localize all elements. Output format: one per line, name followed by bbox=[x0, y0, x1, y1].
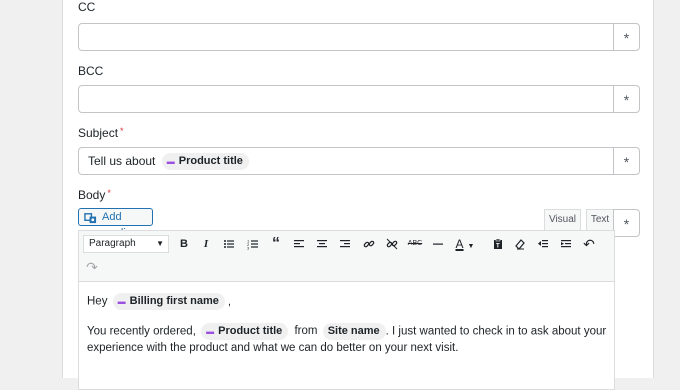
tab-visual[interactable]: Visual bbox=[544, 209, 581, 230]
asterisk-icon: * bbox=[623, 92, 630, 108]
subject-prefix: Tell us about bbox=[88, 154, 156, 168]
greeting-paragraph: Hey ▬ Billing first name, bbox=[87, 293, 607, 311]
chevron-down-icon: ▼ bbox=[156, 239, 164, 248]
greeting-text: Hey bbox=[87, 295, 108, 308]
merge-tag-label: Site name bbox=[327, 324, 380, 337]
numbered-list-icon[interactable]: 123 bbox=[243, 234, 263, 254]
asterisk-icon: * bbox=[623, 216, 630, 232]
align-left-icon[interactable] bbox=[289, 234, 309, 254]
tag-icon: ▬ bbox=[166, 157, 175, 167]
required-mark: * bbox=[107, 188, 111, 198]
clear-formatting-icon[interactable] bbox=[510, 234, 530, 254]
merge-tag-chip[interactable]: ▬ Product title bbox=[201, 322, 289, 340]
align-center-icon[interactable] bbox=[312, 234, 332, 254]
required-mark: * bbox=[120, 126, 124, 136]
link-icon[interactable] bbox=[359, 234, 379, 254]
asterisk-icon: * bbox=[623, 30, 630, 46]
bullet-list-icon[interactable] bbox=[219, 234, 239, 254]
merge-tag-label: Product title bbox=[218, 324, 283, 337]
svg-text:3: 3 bbox=[247, 246, 250, 251]
horizontal-line-icon[interactable] bbox=[428, 234, 448, 254]
editor-toolbar: Paragraph ▼ B I 123 “ ABC A ▼ T ↶ ↷ bbox=[79, 231, 614, 282]
editor-content[interactable]: Hey ▬ Billing first name, You recently or… bbox=[87, 293, 607, 369]
redo-icon[interactable]: ↷ bbox=[82, 257, 102, 277]
add-media-button[interactable]: Add media bbox=[78, 208, 153, 239]
message-mid: from bbox=[294, 325, 318, 338]
greeting-end: , bbox=[227, 295, 232, 308]
merge-tag-chip[interactable]: ▬ Product title bbox=[161, 153, 249, 171]
bold-icon[interactable]: B bbox=[174, 234, 194, 254]
unlink-icon[interactable] bbox=[382, 234, 402, 254]
format-select[interactable]: Paragraph ▼ bbox=[83, 235, 169, 253]
body-label: Body * bbox=[78, 188, 111, 202]
message-start: You recently ordered, bbox=[87, 325, 196, 338]
merge-tag-label: Product title bbox=[178, 155, 243, 168]
body-merge-tag-button[interactable]: * bbox=[613, 209, 640, 237]
subject-field[interactable]: Tell us about ▬ Product title * bbox=[78, 147, 640, 175]
undo-icon[interactable]: ↶ bbox=[579, 234, 599, 254]
italic-icon[interactable]: I bbox=[196, 234, 216, 254]
blockquote-icon[interactable]: “ bbox=[266, 234, 286, 254]
asterisk-icon: * bbox=[623, 154, 630, 170]
bcc-label: BCC bbox=[78, 64, 104, 78]
tag-icon: ▬ bbox=[117, 297, 126, 306]
body-editor[interactable]: Paragraph ▼ B I 123 “ ABC A ▼ T ↶ ↷ Hey … bbox=[78, 230, 615, 390]
format-select-value: Paragraph bbox=[89, 238, 136, 249]
paste-text-icon[interactable]: T bbox=[488, 234, 508, 254]
tag-icon: ▬ bbox=[206, 326, 215, 336]
subject-value[interactable]: Tell us about ▬ Product title bbox=[88, 148, 249, 174]
merge-tag-chip[interactable]: ▬ Billing first name bbox=[112, 293, 225, 310]
subject-label-text: Subject bbox=[78, 126, 119, 140]
tab-text[interactable]: Text bbox=[586, 209, 614, 230]
outdent-icon[interactable] bbox=[533, 234, 553, 254]
message-paragraph: You recently ordered, ▬ Product title fro… bbox=[87, 322, 607, 358]
strikethrough-icon[interactable]: ABC bbox=[405, 234, 425, 254]
indent-icon[interactable] bbox=[556, 234, 576, 254]
cc-merge-tag-button[interactable]: * bbox=[613, 24, 639, 50]
merge-tag-label: Billing first name bbox=[129, 295, 219, 307]
text-color-icon[interactable]: A ▼ bbox=[451, 234, 479, 254]
align-right-icon[interactable] bbox=[335, 234, 355, 254]
body-label-text: Body bbox=[78, 188, 106, 202]
merge-tag-chip[interactable]: Site name bbox=[322, 322, 386, 340]
bcc-merge-tag-button[interactable]: * bbox=[613, 86, 639, 112]
media-icon bbox=[84, 213, 97, 224]
bcc-field[interactable]: * bbox=[78, 85, 640, 113]
cc-field[interactable]: * bbox=[78, 23, 640, 51]
svg-text:T: T bbox=[496, 244, 500, 250]
subject-label: Subject * bbox=[78, 126, 124, 140]
subject-merge-tag-button[interactable]: * bbox=[613, 148, 639, 174]
cc-label: CC bbox=[78, 0, 96, 14]
